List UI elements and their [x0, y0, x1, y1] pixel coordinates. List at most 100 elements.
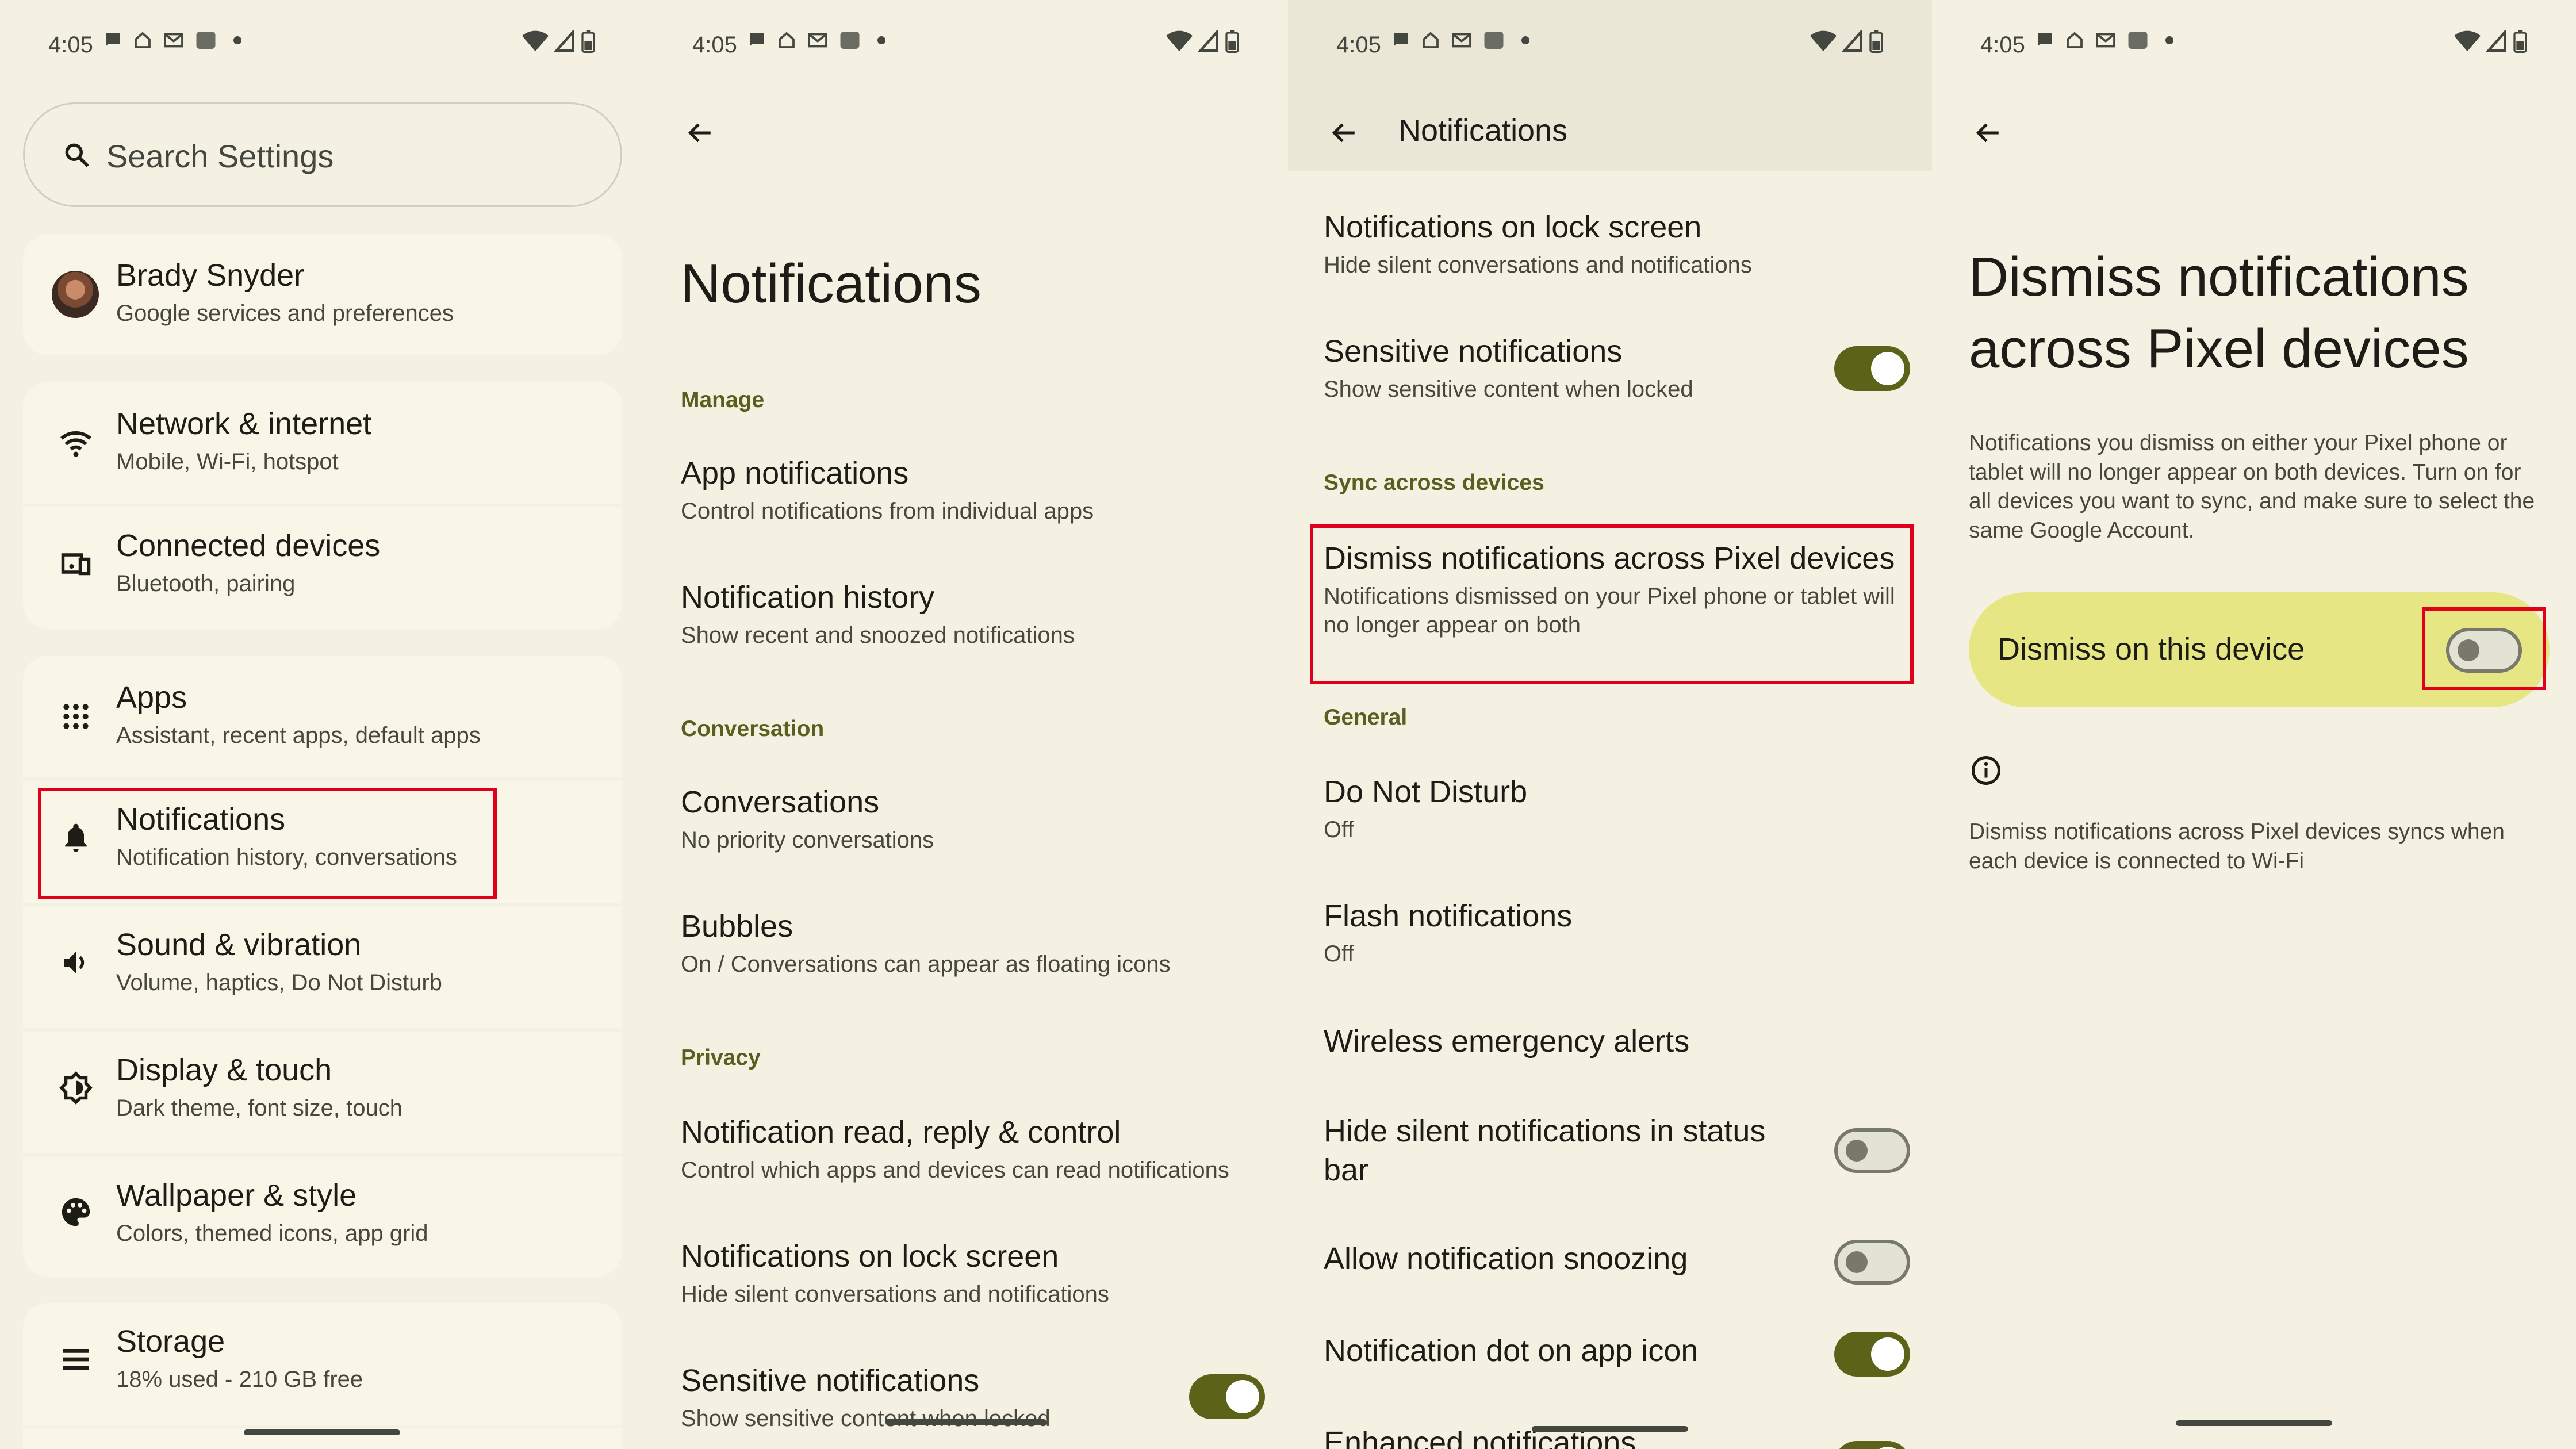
highlight-box-notifications — [38, 788, 497, 899]
settings-item-display[interactable]: Display & touch Dark theme, font size, t… — [0, 1032, 644, 1153]
highlight-box-toggle — [2422, 607, 2546, 690]
list-item-subtitle: Show recent and snoozed notifications — [681, 622, 1075, 648]
home-icon — [135, 32, 151, 48]
enhanced-notifications-toggle[interactable] — [1834, 1441, 1910, 1449]
app-badge-icon — [1484, 32, 1504, 49]
list-item-conversations[interactable]: Conversations No priority conversations — [644, 777, 1288, 887]
toggle-knob — [1846, 1140, 1868, 1162]
list-item-subtitle: On / Conversations can appear as floatin… — [681, 951, 1171, 977]
gmail-icon — [164, 33, 183, 48]
list-item-title: Flash notifications — [1324, 899, 1573, 933]
list-item-read-reply-control[interactable]: Notification read, reply & control Contr… — [644, 1107, 1288, 1217]
list-item-title: Notifications on lock screen — [681, 1239, 1059, 1274]
list-item-subtitle: Hide silent conversations and notificati… — [1324, 252, 1752, 278]
settings-item-storage[interactable]: Storage 18% used - 210 GB free — [0, 1303, 644, 1425]
chat-icon — [106, 33, 120, 47]
list-item-subtitle: Show sensitive content when locked — [1324, 376, 1693, 402]
settings-item-network[interactable]: Network & internet Mobile, Wi-Fi, hotspo… — [0, 382, 644, 504]
info-icon — [1972, 756, 2000, 785]
list-item-sensitive-notifications[interactable]: Sensitive notifications Show sensitive c… — [644, 1356, 1288, 1449]
list-item-bubbles[interactable]: Bubbles On / Conversations can appear as… — [644, 902, 1288, 1011]
list-item-title: Hide silent notifications in status bar — [1324, 1114, 1766, 1187]
snoozing-toggle[interactable] — [1834, 1240, 1910, 1285]
cellular-icon — [2486, 30, 2506, 52]
toggle-knob — [1871, 1447, 1904, 1449]
section-header-conversation: Conversation — [681, 716, 825, 741]
settings-item-title: Sound & vibration — [116, 927, 362, 962]
status-time: 4:05 — [1980, 32, 2025, 57]
list-item-title: Notifications on lock screen — [1324, 210, 1702, 244]
list-item-title: Notification history — [681, 580, 935, 615]
arrow-back-icon — [1976, 123, 1999, 143]
list-item-flash-notifications[interactable]: Flash notifications Off — [1288, 892, 1932, 996]
status-bar: 4:05 — [1288, 25, 1932, 71]
settings-home-panel: 4:05 Search Settings Brady Snyder Google… — [0, 0, 644, 1449]
gesture-handle[interactable] — [1532, 1426, 1688, 1432]
battery-icon — [1225, 30, 1239, 53]
list-item-hide-silent[interactable]: Hide silent notifications in status bar — [1288, 1107, 1932, 1211]
account-card[interactable]: Brady Snyder Google services and prefere… — [23, 235, 622, 355]
settings-item-title: Connected devices — [116, 528, 381, 563]
status-notification-icons — [102, 30, 241, 51]
settings-item-wallpaper[interactable]: Wallpaper & style Colors, themed icons, … — [0, 1157, 644, 1276]
back-button[interactable] — [680, 113, 720, 153]
settings-item-apps[interactable]: Apps Assistant, recent apps, default app… — [0, 656, 644, 777]
gesture-handle[interactable] — [885, 1419, 1046, 1425]
list-item-lock-screen[interactable]: Notifications on lock screen Hide silent… — [1288, 204, 1932, 307]
list-item-notification-history[interactable]: Notification history Show recent and sno… — [644, 573, 1288, 682]
chat-icon — [1394, 33, 1408, 47]
wifi-status-icon — [2454, 30, 2481, 52]
notifications-scrolled-panel: 4:05 Notifications Notifications on lock… — [1288, 0, 1932, 1449]
list-item-subtitle: Off — [1324, 941, 1354, 967]
list-item-title: Bubbles — [681, 909, 793, 944]
list-item-notification-dot[interactable]: Notification dot on app icon — [1288, 1332, 1932, 1401]
list-item-subtitle: Off — [1324, 816, 1354, 842]
sensitive-notifications-toggle[interactable] — [1189, 1374, 1265, 1419]
apps-grid-icon — [57, 698, 94, 735]
account-subtitle: Google services and preferences — [116, 300, 454, 326]
main-toggle-label: Dismiss on this device — [1998, 632, 2305, 666]
list-item-title: Notification dot on app icon — [1324, 1333, 1699, 1368]
list-item-title: Wireless emergency alerts — [1324, 1024, 1690, 1059]
section-header-general: General — [1324, 705, 1408, 730]
list-item-app-notifications[interactable]: App notifications Control notifications … — [644, 448, 1288, 558]
list-item-do-not-disturb[interactable]: Do Not Disturb Off — [1288, 768, 1932, 872]
home-icon — [2067, 32, 2083, 48]
list-item-sensitive-notifications[interactable]: Sensitive notifications Show sensitive c… — [1288, 328, 1932, 431]
settings-item-subtitle: 18% used - 210 GB free — [116, 1366, 363, 1392]
settings-item-connected-devices[interactable]: Connected devices Bluetooth, pairing — [0, 507, 644, 629]
cellular-icon — [1842, 30, 1862, 52]
app-badge-icon — [2128, 32, 2148, 49]
settings-item-sound[interactable]: Sound & vibration Volume, haptics, Do No… — [0, 906, 644, 1028]
footer-note: Dismiss notifications across Pixel devic… — [1969, 819, 2505, 873]
list-item-subtitle: Control notifications from individual ap… — [681, 498, 1094, 524]
home-icon — [779, 32, 795, 48]
settings-item-subtitle: Bluetooth, pairing — [116, 570, 296, 596]
list-item-lock-screen[interactable]: Notifications on lock screen Hide silent… — [644, 1232, 1288, 1341]
status-bar: 4:05 — [644, 25, 1288, 71]
app-badge-icon — [196, 32, 216, 49]
gesture-handle[interactable] — [244, 1429, 400, 1435]
list-item-title: Sensitive notifications — [1324, 334, 1623, 369]
search-bar[interactable]: Search Settings — [23, 102, 622, 207]
list-item-title: App notifications — [681, 456, 909, 490]
arrow-back-icon — [688, 123, 711, 143]
back-button[interactable] — [1968, 113, 2008, 153]
gmail-icon — [1452, 33, 1471, 48]
back-button[interactable] — [1324, 113, 1364, 153]
list-item-title: Do Not Disturb — [1324, 775, 1528, 809]
settings-item-title: Network & internet — [116, 407, 372, 441]
list-item-snoozing[interactable]: Allow notification snoozing — [1288, 1240, 1932, 1309]
notification-dot-toggle[interactable] — [1834, 1332, 1910, 1377]
list-item-wireless-emergency-alerts[interactable]: Wireless emergency alerts — [1288, 1018, 1932, 1087]
card-divider — [23, 1425, 622, 1428]
sensitive-notifications-toggle[interactable] — [1834, 346, 1910, 391]
section-header-sync: Sync across devices — [1324, 470, 1544, 495]
app-bar-title: Notifications — [1398, 113, 1568, 148]
settings-item-subtitle: Mobile, Wi-Fi, hotspot — [116, 448, 339, 474]
settings-item-title: Apps — [116, 680, 187, 715]
battery-icon — [581, 30, 595, 53]
gesture-handle[interactable] — [2176, 1420, 2332, 1426]
hide-silent-toggle[interactable] — [1834, 1128, 1910, 1173]
account-name: Brady Snyder — [116, 258, 305, 293]
